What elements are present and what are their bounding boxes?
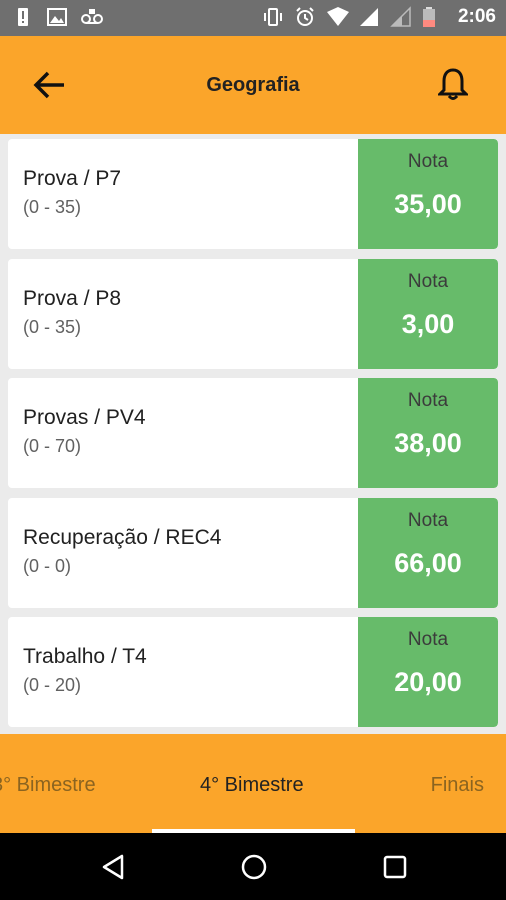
clock-time: 2:06 [457, 6, 496, 27]
assessment-title: Prova / P7 [23, 167, 122, 190]
assessment-title: Recuperação / REC4 [23, 526, 222, 549]
grade-card[interactable]: Recuperação / REC4 (0 - 0) Nota 66,00 [8, 498, 498, 608]
grade-label: Nota [407, 390, 449, 411]
assessment-title: Prova / P8 [23, 287, 122, 310]
grade-list: Prova / P7 (0 - 35) Nota 35,00 Prova / P… [0, 134, 506, 734]
grade-box: Nota 3,00 [358, 259, 498, 369]
nav-recents-icon[interactable] [381, 853, 409, 881]
assessment-range: (0 - 70) [23, 436, 82, 456]
grade-label: Nota [407, 629, 449, 650]
app-bar: Geografia [0, 36, 506, 134]
alert-icon [12, 6, 34, 28]
grade-box: Nota 66,00 [358, 498, 498, 608]
assessment-range: (0 - 35) [23, 317, 82, 337]
tab-4-bimestre[interactable]: 4° Bimestre [200, 774, 304, 797]
tab-3-bimestre[interactable]: 3° Bimestre [0, 774, 96, 797]
grade-card[interactable]: Prova / P8 (0 - 35) Nota 3,00 [8, 259, 498, 369]
assessment-title: Trabalho / T4 [23, 645, 147, 668]
tab-finais[interactable]: Finais [431, 774, 484, 797]
alarm-icon [294, 6, 316, 28]
grade-label: Nota [407, 510, 449, 531]
page-title: Geografia [206, 74, 300, 96]
grade-card[interactable]: Trabalho / T4 (0 - 20) Nota 20,00 [8, 617, 498, 727]
grade-box: Nota 35,00 [358, 139, 498, 249]
battery-icon [422, 6, 444, 28]
grade-value: 66,00 [394, 548, 462, 578]
wifi-icon [326, 6, 349, 28]
bell-icon[interactable] [436, 66, 470, 102]
navigation-bar [0, 833, 506, 900]
assessment-range: (0 - 35) [23, 197, 82, 217]
vibrate-icon [262, 6, 284, 28]
grade-value: 35,00 [394, 189, 462, 219]
nav-home-icon[interactable] [240, 853, 268, 881]
assessment-range: (0 - 0) [23, 556, 72, 576]
grade-value: 20,00 [394, 667, 462, 697]
grade-card[interactable]: Prova / P7 (0 - 35) Nota 35,00 [8, 139, 498, 249]
grade-value: 3,00 [401, 309, 455, 339]
image-icon [46, 6, 68, 28]
nav-back-icon[interactable] [100, 853, 128, 881]
bimester-tabs: 3° Bimestre 4° Bimestre Finais [0, 734, 506, 833]
assessment-title: Provas / PV4 [23, 406, 146, 429]
grade-label: Nota [407, 271, 449, 292]
status-bar: 2:06 [0, 0, 506, 36]
grade-box: Nota 20,00 [358, 617, 498, 727]
assessment-range: (0 - 20) [23, 675, 82, 695]
grade-box: Nota 38,00 [358, 378, 498, 488]
grade-label: Nota [407, 151, 449, 172]
grade-card[interactable]: Provas / PV4 (0 - 70) Nota 38,00 [8, 378, 498, 488]
grade-value: 38,00 [394, 428, 462, 458]
voicemail-icon [80, 6, 103, 28]
signal-2-icon [390, 6, 412, 28]
signal-icon [358, 6, 380, 28]
